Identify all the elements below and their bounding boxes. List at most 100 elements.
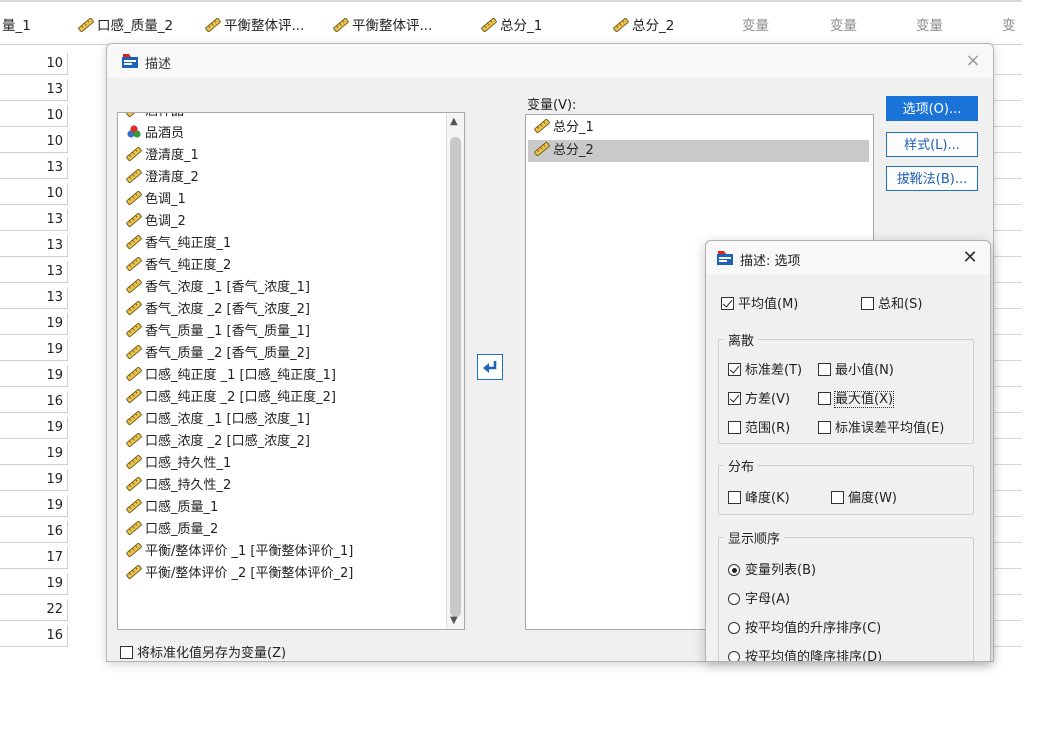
row-cell[interactable]: 10 [0,183,68,205]
bootstrap-button[interactable]: 拔靴法(B)... [886,166,978,191]
row-cell[interactable]: 13 [0,287,68,309]
checkbox-icon[interactable] [818,421,831,434]
source-list-item[interactable]: 酒样品 [126,113,184,123]
source-list-item[interactable]: 澄清度_2 [126,167,199,189]
kurtosis-checkbox[interactable]: 峰度(K) [728,487,790,506]
source-list-item[interactable]: 香气_浓度 _2 [香气_浓度_2] [126,299,310,321]
row-cell[interactable]: 13 [0,79,68,101]
source-list-item[interactable]: 口感_质量_1 [126,497,218,519]
row-cell[interactable]: 22 [0,599,68,621]
source-list-item[interactable]: 平衡/整体评价 _2 [平衡整体评价_2] [126,563,353,585]
checkbox-icon[interactable] [728,491,741,504]
display-order-radio[interactable]: 变量列表(B) [728,559,816,578]
style-button[interactable]: 样式(L)... [886,132,978,157]
se-mean-checkbox[interactable]: 标准误差平均值(E) [818,417,944,436]
close-icon[interactable]: ✕ [960,247,980,268]
source-list-item[interactable]: 口感_持久性_2 [126,475,231,497]
skewness-checkbox[interactable]: 偏度(W) [831,487,897,506]
move-variable-button[interactable] [477,354,503,380]
checkbox-icon[interactable] [721,297,734,310]
maximum-checkbox[interactable]: 最大值(X) [818,388,895,408]
display-order-radio[interactable]: 按平均值的降序排序(D) [728,646,882,661]
column-header[interactable]: 量_1 [2,8,31,44]
display-order-radio[interactable]: 按平均值的升序排序(C) [728,617,881,636]
checkbox-icon[interactable] [818,363,831,376]
variance-checkbox[interactable]: 方差(V) [728,388,790,407]
source-list-item[interactable]: 口感_纯正度 _2 [口感_纯正度_2] [126,387,336,409]
options-title-bar[interactable]: 描述: 选项 ✕ [706,241,990,275]
source-list-item[interactable]: 口感_纯正度 _1 [口感_纯正度_1] [126,365,336,387]
radio-icon[interactable] [728,564,740,576]
std-dev-checkbox[interactable]: 标准差(T) [728,359,802,378]
column-header[interactable]: 平衡整体评... [333,8,432,44]
row-cell[interactable]: 16 [0,521,68,543]
scroll-down-icon[interactable]: ▼ [450,615,458,626]
sum-checkbox[interactable]: 总和(S) [861,293,922,312]
row-cell[interactable]: 19 [0,365,68,387]
target-list-item[interactable]: 总分_2 [528,140,869,162]
row-cell[interactable]: 19 [0,339,68,361]
row-cell[interactable]: 16 [0,391,68,413]
source-list-item[interactable]: 香气_浓度 _1 [香气_浓度_1] [126,277,310,299]
row-cell[interactable]: 19 [0,443,68,465]
save-standardized-checkbox[interactable]: 将标准化值另存为变量(Z) [120,642,286,661]
source-list-item[interactable]: 香气_质量 _2 [香气_质量_2] [126,343,310,365]
row-cell[interactable]: 13 [0,261,68,283]
target-list-item[interactable]: 总分_1 [528,117,869,139]
checkbox-icon[interactable] [728,421,741,434]
radio-icon[interactable] [728,622,740,634]
column-header[interactable]: 变 [1002,8,1016,44]
radio-icon[interactable] [728,593,740,605]
minimum-checkbox[interactable]: 最小值(N) [818,359,894,378]
column-header[interactable]: 变量 [742,8,769,44]
column-header[interactable]: 变量 [916,8,943,44]
row-cell[interactable]: 19 [0,313,68,335]
source-list-item[interactable]: 香气_纯正度_2 [126,255,231,277]
radio-icon[interactable] [728,651,740,661]
row-cell[interactable]: 19 [0,469,68,491]
column-header[interactable]: 口感_质量_2 [78,8,173,44]
checkbox-icon[interactable] [831,491,844,504]
mean-checkbox[interactable]: 平均值(M) [721,293,798,312]
checkbox-icon[interactable] [728,392,741,405]
checkbox-icon[interactable] [818,392,831,405]
checkbox-icon[interactable] [728,363,741,376]
dialog-title-bar[interactable]: 描述 × [107,44,993,78]
source-list-scrollbar[interactable]: ▲ ▼ [446,113,464,629]
source-list-item[interactable]: 香气_纯正度_1 [126,233,231,255]
source-variable-list[interactable]: 酒样品品酒员澄清度_1 澄清度_2 色调_1 色调_2 香气_纯正度_1 香气_纯正度_2… [117,112,465,630]
row-cell[interactable]: 13 [0,157,68,179]
column-header[interactable]: 总分_2 [613,8,674,44]
row-cell[interactable]: 19 [0,417,68,439]
column-header[interactable]: 变量 [830,8,857,44]
source-list-item[interactable]: 平衡/整体评价 _1 [平衡整体评价_1] [126,541,353,563]
scrollbar-thumb[interactable] [450,137,461,617]
scroll-up-icon[interactable]: ▲ [450,116,458,127]
row-cell[interactable]: 13 [0,235,68,257]
row-cell[interactable]: 19 [0,573,68,595]
row-cell[interactable]: 16 [0,625,68,647]
source-list-item[interactable]: 口感_浓度 _1 [口感_浓度_1] [126,409,310,431]
row-cell[interactable]: 10 [0,131,68,153]
source-list-item[interactable]: 色调_2 [126,211,186,233]
display-order-radio[interactable]: 字母(A) [728,588,790,607]
row-cell[interactable]: 17 [0,547,68,569]
checkbox-icon[interactable] [861,297,874,310]
column-header[interactable]: 平衡整体评... [205,8,304,44]
source-list-item[interactable]: 口感_持久性_1 [126,453,231,475]
source-list-item[interactable]: 口感_浓度 _2 [口感_浓度_2] [126,431,310,453]
checkbox-icon[interactable] [120,646,133,659]
row-cell[interactable]: 19 [0,495,68,517]
row-cell[interactable]: 13 [0,209,68,231]
source-list-item[interactable]: 澄清度_1 [126,145,199,167]
column-header[interactable]: 总分_1 [481,8,542,44]
source-list-item[interactable]: 品酒员 [126,123,184,145]
source-list-item[interactable]: 色调_1 [126,189,186,211]
row-cell[interactable]: 10 [0,53,68,75]
close-icon[interactable]: × [963,51,983,71]
source-list-item[interactable]: 香气_质量 _1 [香气_质量_1] [126,321,310,343]
options-button[interactable]: 选项(O)... [886,96,978,121]
row-cell[interactable]: 10 [0,105,68,127]
source-list-item[interactable]: 口感_质量_2 [126,519,218,541]
range-checkbox[interactable]: 范围(R) [728,417,790,436]
